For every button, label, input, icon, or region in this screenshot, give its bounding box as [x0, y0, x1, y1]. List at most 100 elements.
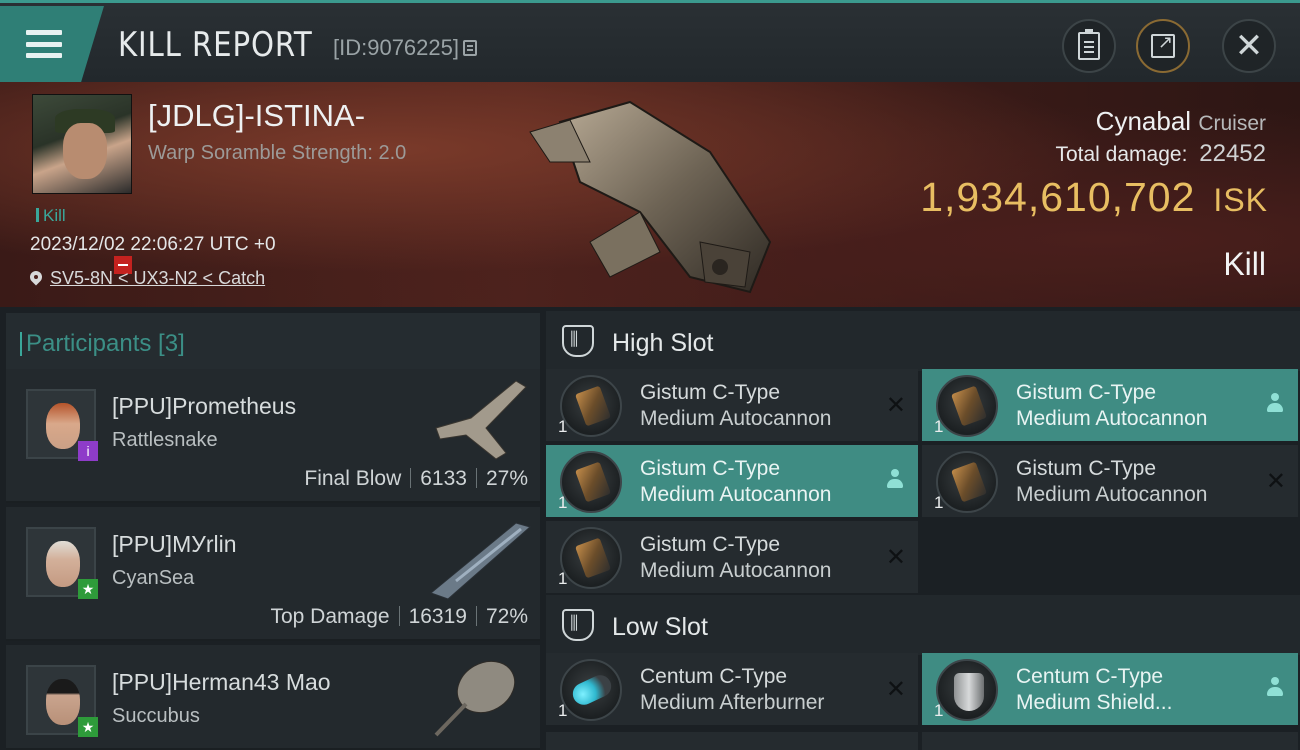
module-type: Medium Autocannon: [1016, 483, 1208, 506]
total-damage-label: Total damage:: [1055, 143, 1188, 166]
participant-ship: Rattlesnake: [112, 429, 218, 451]
damage-percent: 72%: [485, 605, 528, 628]
low-slot-label: Low Slot: [612, 613, 708, 641]
final-blow-label: Final Blow: [304, 467, 402, 490]
autocannon-icon: [560, 375, 622, 437]
participant-ship: Succubus: [112, 705, 200, 727]
participant-ship-image: [429, 522, 532, 600]
star-badge-icon: ★: [78, 717, 98, 737]
module-name: Gistum C-Type: [640, 457, 781, 480]
report-id-text: [ID:9076225]: [333, 35, 459, 60]
fitting-panel: High Slot 1 Gistum C-Type Medium Autocan…: [540, 307, 1300, 750]
share-icon: [1151, 32, 1175, 58]
module-type: Medium Autocannon: [640, 559, 832, 582]
participant-ship-image: [435, 380, 527, 460]
dropped-person-icon: [1266, 677, 1284, 699]
participant-card[interactable]: ★ [PPU]Herman43 Mao Succubus: [6, 645, 540, 750]
ship-name: Cynabal: [1095, 106, 1192, 136]
location-link[interactable]: SV5-8N < UX3-N2 < Catch: [30, 268, 265, 289]
victim-ship[interactable]: Cynabal Cruiser: [1096, 106, 1266, 137]
module-quantity: 1: [558, 569, 568, 588]
timestamp: 2023/12/02 22:06:27 UTC +0: [30, 234, 276, 255]
module-item-partial[interactable]: [546, 732, 918, 750]
victim-avatar[interactable]: [32, 94, 132, 194]
info-badge-icon: i: [78, 441, 98, 461]
module-quantity: 1: [934, 417, 944, 436]
participant-card[interactable]: i [PPU]Prometheus Rattlesnake Final Blow…: [6, 369, 540, 503]
damage-value: 6133: [420, 467, 467, 490]
report-id[interactable]: [ID:9076225]: [333, 35, 477, 61]
close-icon: ✕: [1234, 27, 1264, 65]
isk-amount: 1,934,610,702: [920, 174, 1196, 220]
clipboard-button[interactable]: [1062, 19, 1116, 73]
dropped-person-icon: [1266, 393, 1284, 415]
slot-shield-icon: [562, 609, 594, 641]
participant-name[interactable]: [PPU]MУrlin: [112, 531, 237, 558]
total-damage-value: 22452: [1199, 140, 1266, 167]
module-quantity: 1: [558, 701, 568, 720]
destroyed-x-icon: ✕: [885, 392, 906, 419]
module-quantity: 1: [558, 493, 568, 512]
top-damage-label: Top Damage: [270, 605, 390, 628]
star-badge-icon: ★: [78, 579, 98, 599]
result-label: Kill: [1223, 246, 1266, 282]
module-item[interactable]: 1 Gistum C-Type Medium Autocannon: [546, 445, 918, 517]
participant-stats: Final Blow 6133 27%: [304, 467, 528, 491]
participant-card[interactable]: ★ [PPU]MУrlin CyanSea Top Damage 16319 72%: [6, 507, 540, 641]
module-type: Medium Autocannon: [640, 407, 832, 430]
module-name: Centum C-Type: [640, 665, 788, 688]
victim-ship-image[interactable]: [520, 92, 780, 302]
autocannon-icon: [560, 451, 622, 513]
clipboard-icon: [1078, 29, 1100, 60]
module-name: Gistum C-Type: [640, 381, 781, 404]
module-type: Medium Afterburner: [640, 691, 825, 714]
participant-name[interactable]: [PPU]Prometheus: [112, 393, 296, 420]
module-name: Gistum C-Type: [1016, 457, 1157, 480]
module-item[interactable]: 1 Gistum C-Type Medium Autocannon ✕: [922, 445, 1298, 517]
share-button[interactable]: [1136, 19, 1190, 73]
top-bar: KILL REPORT [ID:9076225] ✕: [0, 0, 1300, 82]
high-slot-header: High Slot: [546, 311, 1300, 371]
copy-icon[interactable]: [462, 40, 477, 56]
ship-class: Cruiser: [1198, 112, 1266, 135]
participants-label: Participants [3]: [20, 330, 185, 357]
isk-unit: ISK: [1213, 182, 1268, 218]
participants-panel: Participants [3] i [PPU]Prometheus Rattl…: [0, 307, 540, 750]
participant-stats: Top Damage 16319 72%: [270, 605, 528, 629]
destroyed-x-icon: ✕: [1265, 468, 1286, 495]
page-title: KILL REPORT: [118, 25, 313, 65]
victim-pilot-name[interactable]: [JDLG]-ISTINA-: [148, 98, 365, 134]
module-item[interactable]: 1 Gistum C-Type Medium Autocannon: [922, 369, 1298, 441]
kill-tag: Kill: [36, 206, 66, 226]
isk-value: 1,934,610,702 ISK: [920, 174, 1268, 221]
damage-percent: 27%: [485, 467, 528, 490]
participants-header[interactable]: Participants [3]: [6, 313, 540, 371]
module-quantity: 1: [558, 417, 568, 436]
autocannon-icon: [936, 451, 998, 513]
menu-button[interactable]: [0, 6, 104, 82]
victim-subtitle: Warp Soramble Strength: 2.0: [148, 142, 407, 164]
module-type: Medium Autocannon: [640, 483, 832, 506]
module-type: Medium Shield...: [1016, 691, 1173, 714]
participant-ship: CyanSea: [112, 567, 195, 589]
module-item[interactable]: 1 Centum C-Type Medium Shield...: [922, 653, 1298, 725]
total-damage: Total damage: 22452: [1055, 140, 1266, 168]
destroyed-x-icon: ✕: [885, 676, 906, 703]
location-text: SV5-8N < UX3-N2 < Catch: [50, 268, 266, 288]
module-item[interactable]: 1 Gistum C-Type Medium Autocannon ✕: [546, 521, 918, 593]
module-name: Centum C-Type: [1016, 665, 1164, 688]
module-item[interactable]: 1 Centum C-Type Medium Afterburner ✕: [546, 653, 918, 725]
high-slot-label: High Slot: [612, 329, 714, 357]
hamburger-icon: [26, 30, 62, 58]
module-item-partial[interactable]: [922, 732, 1298, 750]
autocannon-icon: [560, 527, 622, 589]
pin-icon: [30, 271, 42, 287]
participant-name[interactable]: [PPU]Herman43 Mao: [112, 669, 331, 696]
autocannon-icon: [936, 375, 998, 437]
damage-value: 16319: [408, 605, 467, 628]
participant-ship-image: [434, 660, 516, 737]
low-slot-header: Low Slot: [546, 595, 1300, 655]
close-button[interactable]: ✕: [1222, 19, 1276, 73]
module-item[interactable]: 1 Gistum C-Type Medium Autocannon ✕: [546, 369, 918, 441]
afterburner-icon: [560, 659, 622, 721]
